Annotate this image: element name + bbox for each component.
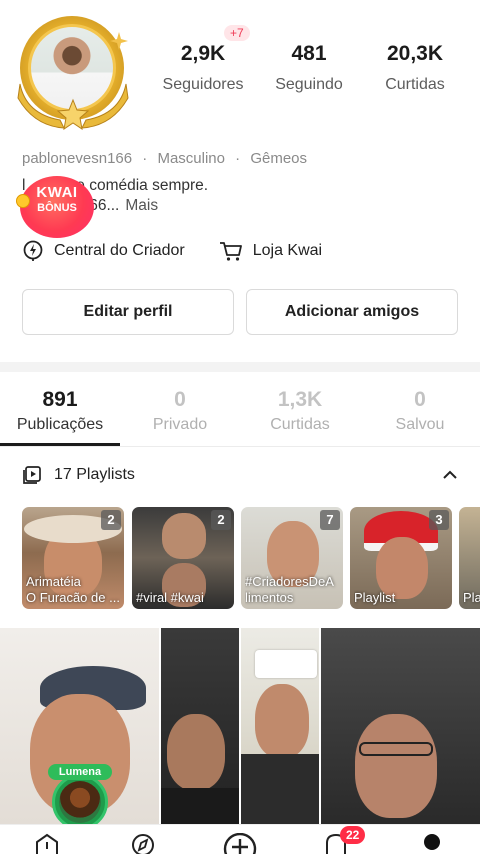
tab-divider xyxy=(0,446,480,447)
playlist-caption: Pla xyxy=(463,590,480,605)
profile-avatar[interactable] xyxy=(14,10,132,132)
tab-label: Salvou xyxy=(395,416,445,433)
playlist-card[interactable]: 3 Playlist xyxy=(350,507,452,609)
playlist-count: 2 xyxy=(211,510,231,530)
notifications-badge: 22 xyxy=(340,826,366,844)
likes-label: Curtidas xyxy=(385,76,445,93)
add-friends-button[interactable]: Adicionar amigos xyxy=(246,289,458,335)
live-tag: Lumena xyxy=(48,764,112,780)
glasses-shape xyxy=(359,742,433,756)
playlist-caption: #viral #kwai xyxy=(136,590,204,605)
tab-label: Curtidas xyxy=(270,416,330,433)
kwai-shop-link[interactable]: Loja Kwai xyxy=(219,240,322,262)
playlist-caption: limentos xyxy=(245,590,294,605)
video-thumbnail[interactable] xyxy=(161,628,239,824)
video-thumbnail[interactable] xyxy=(241,628,319,824)
playlist-card[interactable]: 2 #viral #kwai xyxy=(132,507,234,609)
playlist-caption: O Furacão de ... xyxy=(26,590,120,605)
laurel-badge-icon xyxy=(17,83,129,131)
playlist-count: 7 xyxy=(320,510,340,530)
profile-actions: Editar perfil Adicionar amigos xyxy=(22,289,458,335)
tab-private[interactable]: 0 Privado xyxy=(120,386,240,434)
playlist-icon xyxy=(23,466,41,484)
followers-count: 2,9K xyxy=(180,42,226,65)
home-icon[interactable] xyxy=(34,833,60,854)
live-avatar-image xyxy=(59,781,101,823)
following-count: 481 xyxy=(291,42,327,65)
playlist-count: 3 xyxy=(429,510,449,530)
video-grid: Lumena xyxy=(0,628,480,824)
kwai-shop-label: Loja Kwai xyxy=(252,242,323,259)
content-tabs: 891 Publicações 0 Privado 1,3K Curtidas … xyxy=(0,386,480,434)
playlists-title: 17 Playlists xyxy=(54,466,135,483)
bonus-title: KWAI xyxy=(36,184,78,201)
playlist-caption: Playlist xyxy=(354,590,396,605)
bio-more-link[interactable]: Mais xyxy=(125,197,158,214)
tab-publications[interactable]: 891 Publicações xyxy=(0,386,120,434)
sparkle-icon xyxy=(110,32,128,50)
shirt-shape xyxy=(161,788,239,824)
comment-sticker xyxy=(255,650,317,678)
playlist-card[interactable]: Pla xyxy=(459,507,480,609)
tab-count: 1,3K xyxy=(277,388,323,411)
playlist-caption: Arimatéia xyxy=(26,574,81,589)
likes-count: 20,3K xyxy=(386,42,444,65)
tab-saved[interactable]: 0 Salvou xyxy=(360,386,480,434)
profile-icon[interactable] xyxy=(420,833,444,854)
bottom-nav xyxy=(0,824,480,854)
profile-meta: pablonevesn166 · Masculino · Gêmeos xyxy=(22,150,308,167)
playlist-count: 2 xyxy=(101,510,121,530)
shirt-shape xyxy=(241,754,319,824)
following-stat[interactable]: 481 Seguindo xyxy=(256,40,362,94)
edit-profile-button[interactable]: Editar perfil xyxy=(22,289,234,335)
followers-delta-badge: +7 xyxy=(224,25,250,41)
tab-liked[interactable]: 1,3K Curtidas xyxy=(240,386,360,434)
create-icon[interactable] xyxy=(219,833,261,854)
tab-count: 0 xyxy=(414,388,426,411)
video-face xyxy=(255,684,309,758)
playlist-caption: #CriadoresDeA xyxy=(245,574,334,589)
thumbnail-face xyxy=(162,513,206,559)
profile-stats: 2,9K Seguidores 481 Seguindo 20,3K Curti… xyxy=(150,40,470,94)
playlist-card[interactable]: 7 #CriadoresDeA limentos xyxy=(241,507,343,609)
creator-center-label: Central do Criador xyxy=(54,242,185,259)
playlists-carousel[interactable]: 2 Arimatéia O Furacão de ... 2 #viral #k… xyxy=(22,507,480,611)
cart-icon xyxy=(219,242,242,261)
tab-count: 891 xyxy=(42,388,78,411)
playlist-card[interactable]: 2 Arimatéia O Furacão de ... xyxy=(22,507,124,609)
video-thumbnail[interactable]: Lumena xyxy=(0,628,159,824)
bonus-subtitle: BÔNUS xyxy=(37,202,77,214)
video-thumbnail[interactable] xyxy=(321,628,480,824)
tab-label: Publicações xyxy=(16,416,104,433)
chevron-up-icon[interactable] xyxy=(442,469,458,481)
playlists-header[interactable]: 17 Playlists xyxy=(22,460,458,490)
tab-label: Privado xyxy=(152,416,208,433)
gender: Masculino xyxy=(157,150,225,167)
followers-label: Seguidores xyxy=(162,76,244,93)
live-avatar[interactable]: Lumena xyxy=(48,764,112,824)
lightning-pin-icon xyxy=(23,240,43,261)
kwai-bonus-badge[interactable]: KWAI BÔNUS xyxy=(16,170,96,240)
zodiac-sign: Gêmeos xyxy=(250,150,308,167)
video-face xyxy=(167,714,225,790)
following-label: Seguindo xyxy=(275,76,343,93)
creator-center-link[interactable]: Central do Criador xyxy=(22,240,185,262)
section-divider xyxy=(0,362,480,372)
username: pablonevesn166 xyxy=(22,150,133,167)
likes-stat[interactable]: 20,3K Curtidas xyxy=(362,40,468,94)
creator-tools: Central do Criador Loja Kwai xyxy=(22,238,458,264)
video-face xyxy=(355,714,437,818)
followers-stat[interactable]: 2,9K Seguidores xyxy=(150,40,256,94)
discover-icon[interactable] xyxy=(130,833,156,854)
tab-count: 0 xyxy=(174,388,186,411)
